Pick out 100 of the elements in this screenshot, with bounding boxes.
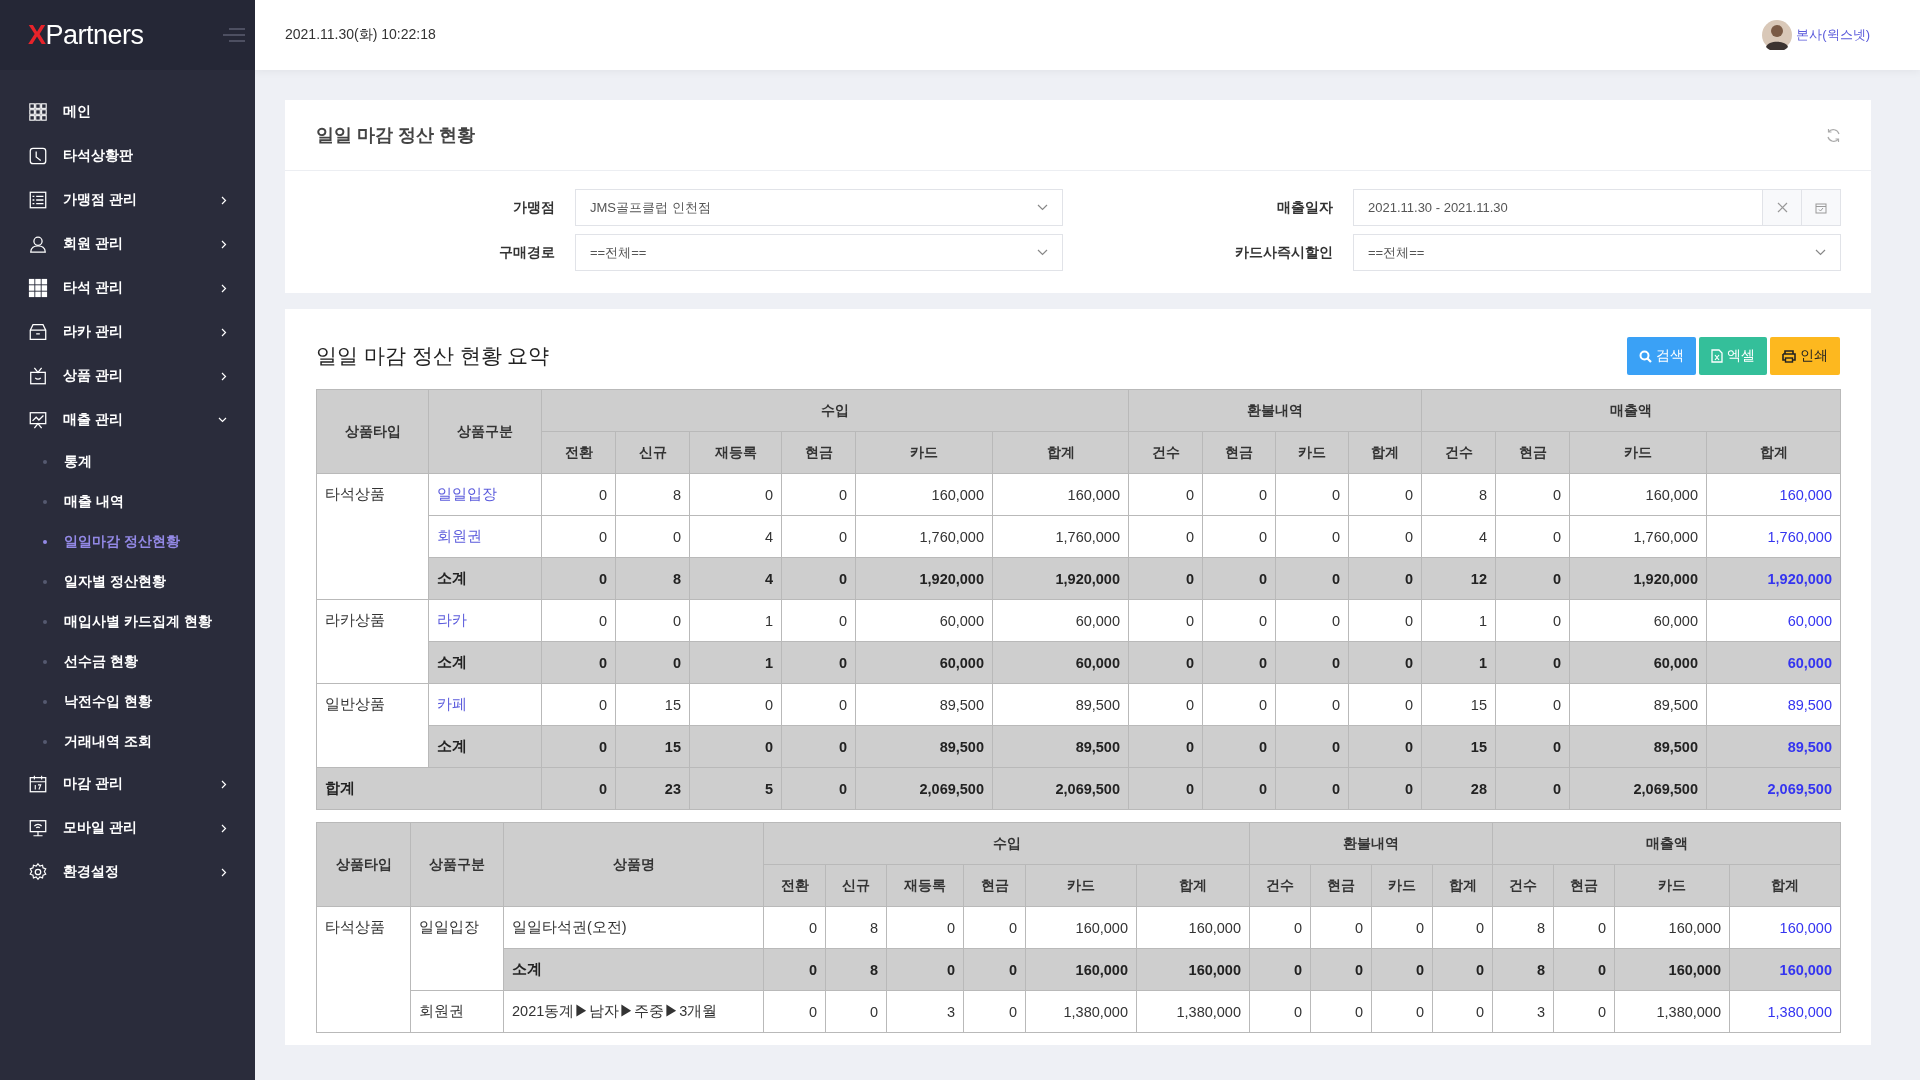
table-cell: 160,000 bbox=[1729, 948, 1841, 991]
column-header: 카드 bbox=[855, 431, 993, 474]
table-cell: 0 bbox=[1432, 948, 1493, 991]
calendar-icon[interactable] bbox=[1815, 201, 1827, 214]
drawer-icon bbox=[28, 322, 48, 342]
table-cell: 4 bbox=[689, 515, 782, 558]
section-title: 일일 마감 정산 현황 요약 bbox=[316, 343, 550, 369]
table-cell: 160,000 bbox=[1614, 948, 1730, 991]
column-header: 재등록 bbox=[689, 431, 782, 474]
chart-icon bbox=[28, 410, 48, 430]
table-cell: 0 bbox=[1553, 906, 1615, 949]
table-cell: 0 bbox=[1348, 599, 1422, 642]
table-cell: 타석상품 bbox=[316, 473, 429, 600]
submenu-item[interactable]: 낙전수입 현황 bbox=[0, 682, 255, 722]
select-field[interactable]: ==전체== bbox=[575, 234, 1063, 271]
menu-item[interactable]: 라카 관리 bbox=[0, 310, 255, 354]
table-cell: 0 bbox=[1310, 948, 1372, 991]
table-cell: 0 bbox=[689, 683, 782, 726]
table-cell: 0 bbox=[1495, 767, 1570, 810]
menu-item[interactable]: 마감 관리 bbox=[0, 762, 255, 806]
menu-item[interactable]: 상품 관리 bbox=[0, 354, 255, 398]
table-cell: 0 bbox=[1553, 948, 1615, 991]
table-cell: 0 bbox=[1275, 473, 1349, 516]
field-label: 매출일자 bbox=[1276, 198, 1333, 217]
table-cell: 1,920,000 bbox=[992, 557, 1129, 600]
table-cell: 0 bbox=[781, 599, 856, 642]
chevron-right-icon bbox=[221, 195, 227, 205]
select-field[interactable]: JMS골프클럽 인천점 bbox=[575, 189, 1063, 226]
table-cell: 15 bbox=[615, 683, 690, 726]
refresh-icon[interactable] bbox=[1826, 127, 1841, 143]
date-range-field[interactable]: 2021.11.30 - 2021.11.30 bbox=[1353, 189, 1841, 226]
table-cell: 0 bbox=[541, 515, 616, 558]
logo[interactable]: XPartners bbox=[28, 19, 144, 51]
submenu-item[interactable]: 거래내역 조회 bbox=[0, 722, 255, 762]
submenu-item[interactable]: 선수금 현황 bbox=[0, 642, 255, 682]
menu-item[interactable]: 환경설정 bbox=[0, 850, 255, 894]
table-cell: 라카상품 bbox=[316, 599, 429, 684]
menu-item[interactable]: 모바일 관리 bbox=[0, 806, 255, 850]
table-cell: 89,500 bbox=[1706, 725, 1841, 768]
table-cell: 0 bbox=[541, 473, 616, 516]
avatar[interactable] bbox=[1762, 20, 1793, 50]
menu-item[interactable]: 타석상황판 bbox=[0, 134, 255, 178]
table-cell: 0 bbox=[1275, 599, 1349, 642]
printer-icon bbox=[1782, 349, 1796, 363]
submenu-item[interactable]: 일자별 정산현황 bbox=[0, 562, 255, 602]
menu-item[interactable]: 메인 bbox=[0, 90, 255, 134]
table-cell: 0 bbox=[1275, 683, 1349, 726]
table-cell: 60,000 bbox=[1569, 641, 1707, 684]
column-header: 전환 bbox=[541, 431, 616, 474]
table-cell: 60,000 bbox=[855, 599, 993, 642]
table-cell: 0 bbox=[1128, 683, 1203, 726]
table-cell: 0 bbox=[1495, 725, 1570, 768]
chevron-right-icon bbox=[221, 239, 227, 249]
category-link[interactable]: 일일입장 bbox=[437, 486, 497, 502]
table-cell: 0 bbox=[1249, 948, 1311, 991]
table-cell: 소계 bbox=[428, 557, 542, 600]
menu-item[interactable]: 회원 관리 bbox=[0, 222, 255, 266]
table-cell: 0 bbox=[1348, 473, 1422, 516]
menu-item[interactable]: 매출 관리 bbox=[0, 398, 255, 442]
menu-item[interactable]: 타석 관리 bbox=[0, 266, 255, 310]
table-cell: 0 bbox=[1202, 767, 1276, 810]
table-cell: 0 bbox=[1128, 767, 1203, 810]
column-header: 합계 bbox=[1136, 864, 1250, 907]
column-header: 카드 bbox=[1614, 864, 1730, 907]
category-link[interactable]: 회원권 bbox=[437, 528, 482, 544]
select-field[interactable]: ==전체== bbox=[1353, 234, 1841, 271]
table-cell: 8 bbox=[1492, 906, 1554, 949]
table-cell: 0 bbox=[1275, 725, 1349, 768]
column-group-header: 수입 bbox=[763, 822, 1250, 865]
field-label: 카드사즉시할인 bbox=[1234, 243, 1333, 262]
chevron-right-icon bbox=[221, 371, 227, 381]
chevron-down-icon bbox=[1814, 249, 1826, 256]
column-group-header: 매출액 bbox=[1492, 822, 1841, 865]
table-cell: 8 bbox=[1421, 473, 1496, 516]
close-icon[interactable] bbox=[1776, 202, 1788, 213]
submenu-item[interactable]: 일일마감 정산현황 bbox=[0, 522, 255, 562]
category-link[interactable]: 라카 bbox=[437, 612, 467, 628]
submenu-item[interactable]: 통계 bbox=[0, 442, 255, 482]
user-link[interactable]: 본사(윅스넷) bbox=[1796, 26, 1870, 44]
submenu-item[interactable]: 매입사별 카드집계 현황 bbox=[0, 602, 255, 642]
table-cell: 0 bbox=[615, 515, 690, 558]
column-header: 신규 bbox=[615, 431, 690, 474]
table-cell: 0 bbox=[1202, 515, 1276, 558]
category-link[interactable]: 카페 bbox=[437, 696, 467, 712]
table-cell: 일일타석권(오전) bbox=[503, 906, 764, 949]
table-cell: 8 bbox=[825, 906, 887, 949]
menu-icon[interactable] bbox=[223, 28, 245, 42]
table-cell: 15 bbox=[615, 725, 690, 768]
grid-icon bbox=[28, 278, 48, 298]
table-cell: 1,380,000 bbox=[1614, 990, 1730, 1033]
menu-item[interactable]: 가맹점 관리 bbox=[0, 178, 255, 222]
submenu-item[interactable]: 매출 내역 bbox=[0, 482, 255, 522]
table-cell: 0 bbox=[1495, 599, 1570, 642]
table-cell: 2,069,500 bbox=[1569, 767, 1707, 810]
print-button[interactable]: 인쇄 bbox=[1770, 337, 1840, 375]
chevron-right-icon bbox=[221, 867, 227, 877]
table-cell: 0 bbox=[1275, 767, 1349, 810]
table-cell: 0 bbox=[1371, 906, 1433, 949]
table-cell: 0 bbox=[1371, 990, 1433, 1033]
table-cell: 8 bbox=[615, 473, 690, 516]
